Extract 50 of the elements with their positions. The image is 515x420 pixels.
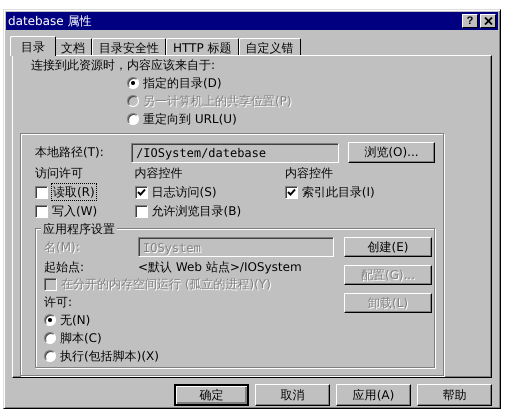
- tab[interactable]: 目录: [10, 36, 56, 56]
- local-path-label: 本地路径(T):: [35, 144, 105, 161]
- radio-button[interactable]: [44, 350, 56, 362]
- checkbox[interactable]: [35, 204, 48, 218]
- tab[interactable]: 文档: [54, 38, 92, 55]
- dialog-button[interactable]: 应用(A): [336, 384, 411, 406]
- checkbox-label: 写入(W): [52, 203, 98, 219]
- window-title: datebase 属性: [8, 12, 92, 30]
- start-point-value: <默认 Web 站点>/IOSystem: [138, 259, 302, 275]
- dialog-button[interactable]: 帮助: [417, 384, 492, 406]
- group-heading: 内容控件: [284, 165, 334, 181]
- group-title: 应用程序设置: [41, 221, 117, 237]
- tab[interactable]: 自定义错: [238, 38, 301, 55]
- radio-button[interactable]: [44, 314, 56, 326]
- tab[interactable]: 目录安全性: [92, 38, 166, 55]
- radio-label: 无(N): [60, 312, 90, 328]
- checkbox-label: 允许浏览目录(B): [152, 203, 242, 219]
- checkbox-label: 索引此目录(I): [302, 184, 375, 200]
- source-prompt: 连接到此资源时，内容应该来自于:: [31, 57, 216, 73]
- start-point-label: 起始点:: [44, 259, 86, 275]
- radio-label: 另一计算机上的共享位置(P): [143, 93, 292, 109]
- radio-label: 指定的目录(D): [143, 75, 222, 91]
- radio-label: 脚本(C): [60, 330, 102, 346]
- checkbox[interactable]: [134, 186, 148, 198]
- radio-button[interactable]: [44, 332, 56, 344]
- checkbox-label: 日志访问(S): [152, 184, 217, 200]
- permissions-label: 许可:: [44, 294, 74, 310]
- radio-button[interactable]: [127, 77, 139, 89]
- radio-label: 重定向到 URL(U): [143, 111, 237, 127]
- browse-button[interactable]: 浏览(O)...: [348, 142, 435, 163]
- check-icon: [286, 188, 296, 196]
- checkbox[interactable]: [35, 186, 48, 198]
- local-path-field[interactable]: /IOSystem/datebase: [131, 142, 339, 162]
- tab[interactable]: HTTP 标题: [166, 38, 239, 55]
- checkbox-label: 读取(R): [52, 184, 96, 200]
- checkbox-label: 在分开的内存空间运行 (孤立的进程)(Y): [61, 276, 271, 292]
- check-icon: [136, 188, 146, 196]
- group-heading: 访问许可: [35, 165, 84, 181]
- app-button[interactable]: 创建(E): [344, 237, 432, 257]
- name-label: 名(M):: [44, 239, 81, 255]
- group-heading: 内容控件: [134, 165, 184, 181]
- help-button[interactable]: ?: [462, 14, 478, 28]
- close-button[interactable]: [480, 14, 496, 28]
- radio-label: 执行(包括脚本)(X): [60, 348, 159, 364]
- checkbox[interactable]: [134, 204, 148, 218]
- checkbox[interactable]: [284, 186, 298, 198]
- dialog-button[interactable]: 确定: [174, 384, 249, 406]
- dialog-button[interactable]: 取消: [255, 384, 330, 406]
- radio-button[interactable]: [127, 113, 139, 125]
- close-icon: [484, 17, 492, 25]
